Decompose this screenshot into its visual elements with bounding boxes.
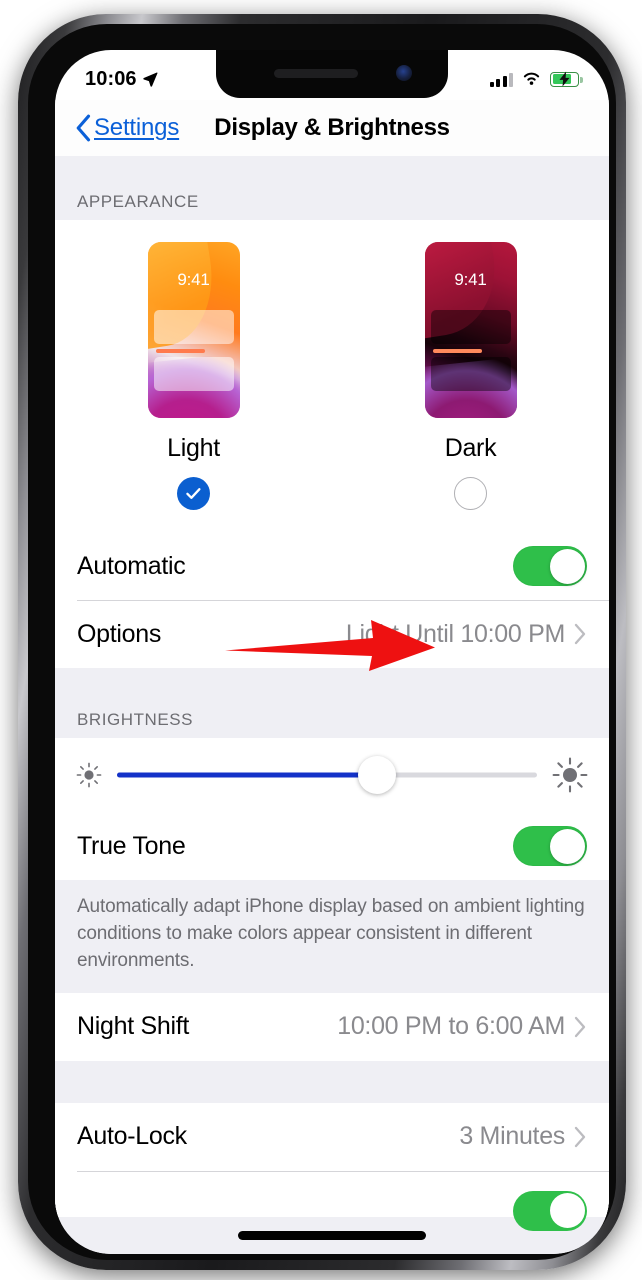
toggle-knob [549,548,585,584]
automatic-row[interactable]: Automatic [55,532,609,600]
phone-device-frame: 10:06 Settings Display & Brightness APPE… [18,14,626,1270]
auto-lock-value: 3 Minutes [459,1122,565,1151]
light-mode-label: Light [167,434,220,462]
night-shift-value-group: 10:00 PM to 6:00 AM [337,1012,587,1041]
night-shift-label: Night Shift [77,1012,190,1041]
front-camera-icon [396,65,412,81]
location-arrow-icon [142,72,158,87]
true-tone-toggle[interactable] [513,826,587,866]
home-indicator[interactable] [238,1231,426,1240]
sun-small-icon [76,762,102,788]
true-tone-row[interactable]: True Tone [55,812,609,880]
appearance-option-light[interactable]: 9:41 Light [147,242,240,510]
appearance-picker: 9:41 Light 9:41 Dark [55,220,609,532]
auto-lock-value-group: 3 Minutes [459,1122,587,1151]
dark-mode-selector[interactable] [454,477,487,510]
slider-track-fill [117,772,378,778]
slider-thumb[interactable] [358,756,397,794]
automatic-label: Automatic [77,551,186,580]
options-row[interactable]: Options Light Until 10:00 PM [55,600,609,668]
night-shift-value: 10:00 PM to 6:00 AM [337,1012,565,1041]
dark-mode-label: Dark [444,434,497,462]
true-tone-label: True Tone [77,831,186,860]
empty-radio-icon [454,477,487,510]
appearance-section-header: APPEARANCE [77,192,199,211]
chevron-left-icon [76,114,91,142]
section-gap-2 [55,1060,609,1103]
battery-charging-icon [550,71,583,87]
automatic-toggle[interactable] [513,546,587,586]
navigation-bar: Settings Display & Brightness [55,100,609,156]
dark-mode-preview-thumbnail[interactable]: 9:41 [424,242,517,418]
status-time-text: 10:06 [85,67,137,90]
brightness-slider-row[interactable] [55,738,609,812]
night-shift-row[interactable]: Night Shift 10:00 PM to 6:00 AM [55,992,609,1061]
checkmark-icon [177,477,210,510]
night-shift-group: Night Shift 10:00 PM to 6:00 AM [55,992,609,1061]
status-time-group: 10:06 [85,68,158,91]
toggle-knob [549,1193,585,1229]
status-indicators [489,71,583,87]
brightness-section-header: BRIGHTNESS [77,710,194,729]
true-tone-footnote: Automatically adapt iPhone display based… [55,880,609,993]
chevron-right-icon [574,1016,586,1038]
dark-preview-time: 9:41 [454,270,487,289]
appearance-group: 9:41 Light 9:41 Dark Automatic Options L… [55,220,609,668]
auto-lock-label: Auto-Lock [77,1122,187,1151]
chevron-right-icon [574,1126,586,1148]
earpiece-speaker-icon [274,69,358,78]
brightness-track[interactable] [117,755,537,795]
auto-lock-group: Auto-Lock 3 Minutes [55,1102,609,1231]
dark-preview-cards [430,310,511,396]
phone-screen: 10:06 Settings Display & Brightness APPE… [55,50,609,1254]
wifi-icon [523,72,540,85]
back-to-settings-button[interactable]: Settings [75,114,179,142]
options-value-group: Light Until 10:00 PM [346,620,587,649]
display-notch [216,50,448,98]
light-mode-selector[interactable] [177,477,210,510]
partially-visible-toggle[interactable] [513,1190,587,1231]
chevron-right-icon [574,623,586,645]
toggle-knob [549,828,585,864]
options-value: Light Until 10:00 PM [345,619,565,648]
light-preview-cards [153,310,234,396]
cellular-signal-icon [489,72,513,87]
phone-bezel: 10:06 Settings Display & Brightness APPE… [28,24,616,1260]
partially-visible-row[interactable] [55,1170,609,1231]
light-preview-time: 9:41 [177,270,210,289]
back-button-label: Settings [94,114,180,141]
appearance-option-dark[interactable]: 9:41 Dark [424,242,517,510]
light-mode-preview-thumbnail[interactable]: 9:41 [147,242,240,418]
charging-bolt-icon [559,71,569,87]
auto-lock-row[interactable]: Auto-Lock 3 Minutes [55,1102,609,1171]
options-label: Options [77,619,162,648]
brightness-group: True Tone [55,738,609,880]
sun-large-icon [552,757,588,793]
settings-scroll-content[interactable]: APPEARANCE 9:41 Light 9:41 Dark Automati… [55,156,609,1254]
section-gap [55,668,609,710]
